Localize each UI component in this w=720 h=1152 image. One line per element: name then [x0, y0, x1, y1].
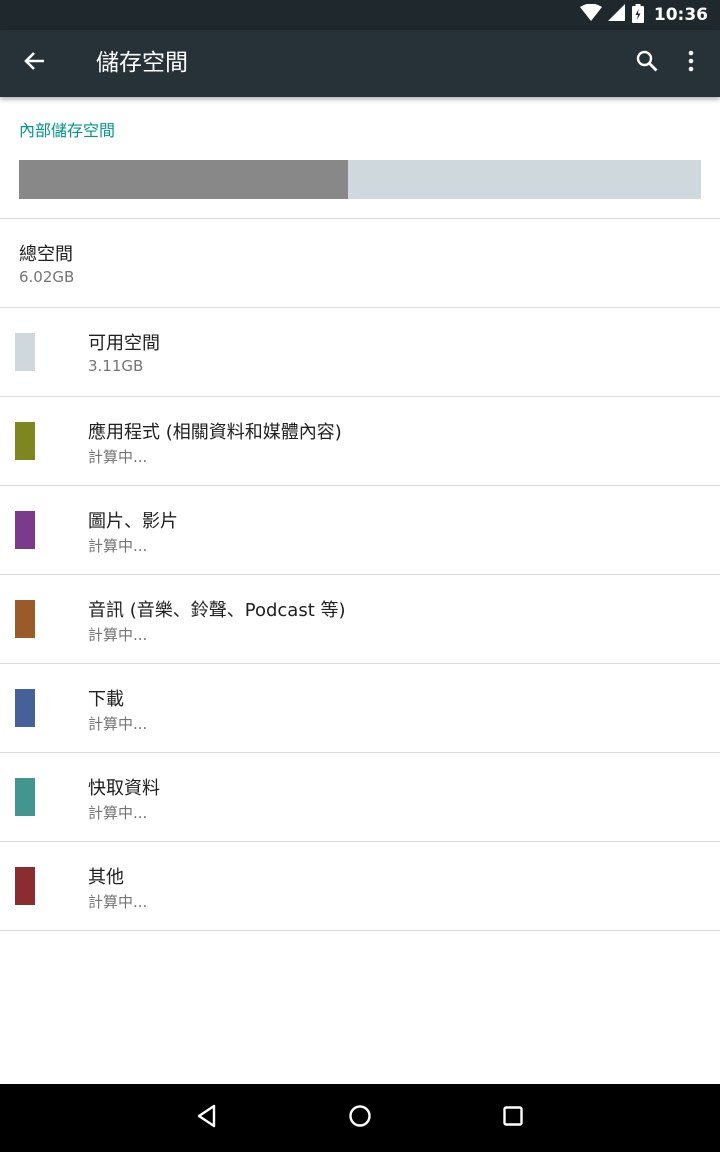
- section-header-internal-storage: 內部儲存空間: [19, 121, 116, 140]
- divider: [0, 930, 720, 931]
- storage-item-other[interactable]: 其他 計算中...: [0, 842, 720, 931]
- storage-item-label: 應用程式 (相關資料和媒體內容): [88, 422, 342, 443]
- status-bar: 10:36: [0, 0, 720, 30]
- status-icons: 10:36: [579, 0, 708, 30]
- storage-item-detail: 計算中...: [88, 448, 148, 466]
- nav-back-icon: [196, 1104, 218, 1132]
- total-space-value: 6.02GB: [19, 268, 75, 286]
- storage-item-label: 其他: [88, 867, 124, 888]
- storage-item-audio[interactable]: 音訊 (音樂、鈴聲、Podcast 等) 計算中...: [0, 575, 720, 664]
- storage-item-pictures-videos[interactable]: 圖片、影片 計算中...: [0, 486, 720, 575]
- storage-item-detail: 計算中...: [88, 893, 148, 911]
- storage-usage-bar: [19, 160, 701, 199]
- nav-recents-icon: [503, 1106, 523, 1130]
- wifi-icon: [579, 3, 602, 26]
- arrow-back-icon: [24, 50, 46, 76]
- category-color-swatch: [15, 867, 35, 905]
- search-button[interactable]: [628, 44, 666, 82]
- total-space-row: 總空間 6.02GB: [0, 219, 720, 308]
- storage-item-cached-data[interactable]: 快取資料 計算中...: [0, 753, 720, 842]
- storage-item-label: 快取資料: [88, 778, 160, 799]
- storage-item-apps[interactable]: 應用程式 (相關資料和媒體內容) 計算中...: [0, 397, 720, 486]
- app-toolbar: 儲存空間: [0, 30, 720, 97]
- battery-icon: [631, 3, 644, 27]
- storage-content: 內部儲存空間 總空間 6.02GB 可用空間 3.11GB 應用程式 (相關資料…: [0, 97, 720, 1084]
- more-vert-icon: [687, 50, 695, 76]
- search-icon: [636, 50, 658, 76]
- total-space-label: 總空間: [19, 244, 73, 265]
- category-color-swatch: [15, 600, 35, 638]
- navigation-bar: [0, 1084, 720, 1152]
- storage-used-segment: [19, 160, 349, 199]
- nav-home-icon: [348, 1104, 372, 1132]
- back-button[interactable]: [16, 44, 54, 82]
- storage-item-detail: 計算中...: [88, 537, 148, 555]
- storage-item-available[interactable]: 可用空間 3.11GB: [0, 308, 720, 397]
- category-color-swatch: [15, 422, 35, 460]
- storage-item-detail: 計算中...: [88, 715, 148, 733]
- storage-item-label: 可用空間: [88, 333, 160, 354]
- more-options-button[interactable]: [672, 44, 710, 82]
- cell-signal-icon: [607, 4, 626, 26]
- category-color-swatch: [15, 333, 35, 371]
- storage-item-detail: 計算中...: [88, 626, 148, 644]
- category-color-swatch: [15, 689, 35, 727]
- nav-recents-button[interactable]: [493, 1098, 533, 1138]
- storage-item-label: 音訊 (音樂、鈴聲、Podcast 等): [88, 600, 346, 621]
- page-title: 儲存空間: [96, 50, 188, 76]
- status-time: 10:36: [653, 5, 708, 25]
- category-color-swatch: [15, 511, 35, 549]
- storage-item-detail: 3.11GB: [88, 357, 144, 375]
- storage-item-detail: 計算中...: [88, 804, 148, 822]
- category-color-swatch: [15, 778, 35, 816]
- storage-item-downloads[interactable]: 下載 計算中...: [0, 664, 720, 753]
- nav-home-button[interactable]: [340, 1098, 380, 1138]
- nav-back-button[interactable]: [187, 1098, 227, 1138]
- storage-item-label: 圖片、影片: [88, 511, 178, 532]
- storage-item-label: 下載: [88, 689, 124, 710]
